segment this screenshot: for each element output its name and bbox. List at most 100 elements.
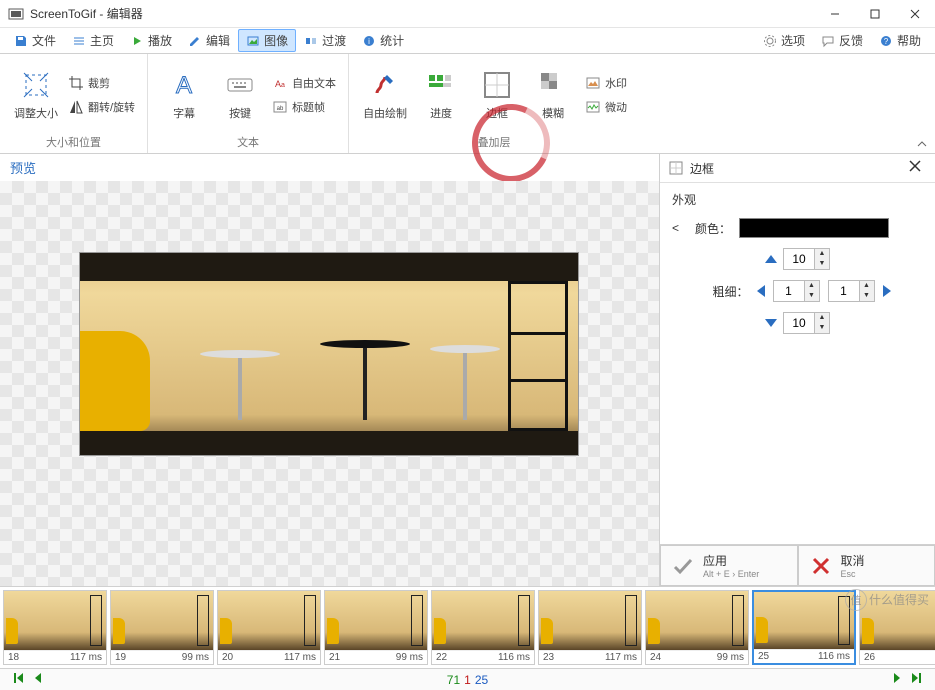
arrow-right-icon[interactable] [883, 285, 891, 297]
spin-down[interactable]: ▼ [815, 323, 829, 333]
thickness-top-input[interactable]: ▲▼ [783, 248, 830, 270]
preview-image [80, 253, 578, 455]
svg-text:?: ? [884, 37, 889, 46]
statusbar: 71 1 25 [0, 668, 935, 690]
thumb-image [646, 591, 748, 650]
thumb-image [325, 591, 427, 650]
group-label-text: 文本 [156, 132, 340, 151]
frame-thumb[interactable]: 25116 ms [752, 590, 856, 665]
arrow-up-icon[interactable] [765, 255, 777, 263]
main-area: 预览 边框 外观 < 颜色： ▲▼ 粗细： [0, 154, 935, 586]
frame-thumb[interactable]: 2499 ms [645, 590, 749, 665]
frame-thumb[interactable]: 18117 ms [3, 590, 107, 665]
freetext-button[interactable]: Aa自由文本 [268, 72, 340, 94]
status-total: 71 [447, 673, 460, 687]
thumb-image [218, 591, 320, 650]
check-icon [671, 554, 695, 578]
panel-header: 边框 [660, 154, 935, 183]
fliprotate-button[interactable]: 翻转/旋转 [64, 96, 139, 118]
info-icon: i [362, 34, 376, 48]
spin-up[interactable]: ▲ [860, 281, 874, 291]
frame-thumb[interactable]: 1999 ms [110, 590, 214, 665]
frame-thumb[interactable]: 2199 ms [324, 590, 428, 665]
border-button[interactable]: 边框 [469, 58, 525, 132]
nav-last-button[interactable] [907, 672, 929, 687]
svg-text:a: a [281, 82, 285, 89]
resize-icon [20, 69, 52, 101]
frame-thumb[interactable]: 22116 ms [431, 590, 535, 665]
color-picker[interactable] [739, 218, 889, 238]
menu-edit[interactable]: 编辑 [180, 29, 238, 52]
panel-close-button[interactable] [907, 158, 927, 178]
thumb-meta: 2499 ms [646, 650, 748, 664]
panel-body: 外观 < 颜色： ▲▼ 粗细： ▲▼ ▲▼ ▲▼ [660, 183, 935, 545]
svg-text:i: i [368, 37, 370, 46]
thumb-meta: 20117 ms [218, 650, 320, 664]
menu-feedback[interactable]: 反馈 [813, 29, 871, 52]
apply-button[interactable]: 应用Alt + E › Enter [660, 545, 798, 586]
menu-file[interactable]: 文件 [6, 29, 64, 52]
arrow-left-icon[interactable] [757, 285, 765, 297]
spin-up[interactable]: ▲ [815, 249, 829, 259]
thickness-left-input[interactable]: ▲▼ [773, 280, 820, 302]
flip-icon [68, 99, 84, 115]
svg-text:ab: ab [277, 106, 284, 112]
nav-first-button[interactable] [6, 672, 28, 687]
gear-icon [763, 34, 777, 48]
thumb-meta: 18117 ms [4, 650, 106, 664]
minimize-button[interactable] [815, 0, 855, 28]
titleframe-button[interactable]: ab标题帧 [268, 96, 340, 118]
keys-button[interactable]: 按键 [212, 58, 268, 132]
frame-thumb[interactable]: 23117 ms [538, 590, 642, 665]
cancel-button[interactable]: 取消Esc [798, 545, 935, 586]
save-icon [14, 34, 28, 48]
menu-image[interactable]: 图像 [238, 29, 296, 52]
menu-play[interactable]: 播放 [122, 29, 180, 52]
menu-stats[interactable]: i统计 [354, 29, 412, 52]
panel-actions: 应用Alt + E › Enter 取消Esc [660, 545, 935, 586]
close-button[interactable] [895, 0, 935, 28]
status-current: 25 [475, 673, 488, 687]
thumb-meta: 23117 ms [539, 650, 641, 664]
freedraw-button[interactable]: 自由绘制 [357, 58, 413, 132]
caption-button[interactable]: A 字幕 [156, 58, 212, 132]
thumb-image [4, 591, 106, 650]
nav-next-button[interactable] [887, 672, 907, 687]
crop-button[interactable]: 裁剪 [64, 72, 139, 94]
spin-up[interactable]: ▲ [815, 313, 829, 323]
brush-icon [369, 69, 401, 101]
preview-canvas[interactable] [0, 181, 659, 586]
menu-home[interactable]: 主页 [64, 29, 122, 52]
frame-thumb[interactable]: 26 [859, 590, 935, 665]
blur-button[interactable]: 模糊 [525, 58, 581, 132]
menu-transition[interactable]: 过渡 [296, 29, 354, 52]
progress-button[interactable]: 进度 [413, 58, 469, 132]
arrow-down-icon[interactable] [765, 319, 777, 327]
timeline[interactable]: 18117 ms 1999 ms 20117 ms 2199 ms 22116 … [0, 586, 935, 668]
spin-down[interactable]: ▼ [815, 259, 829, 269]
cinemagraph-button[interactable]: 微动 [581, 96, 631, 118]
thickness-label: 粗细： [705, 283, 749, 300]
border-icon [481, 69, 513, 101]
thickness-bottom-input[interactable]: ▲▼ [783, 312, 830, 334]
preview-header: 预览 [0, 154, 659, 181]
frame-thumb[interactable]: 20117 ms [217, 590, 321, 665]
spin-down[interactable]: ▼ [805, 291, 819, 301]
ribbon-group-overlay: 自由绘制 进度 边框 模糊 水印 微动 叠加层 [349, 54, 639, 153]
thickness-right-input[interactable]: ▲▼ [828, 280, 875, 302]
spin-up[interactable]: ▲ [805, 281, 819, 291]
ribbon-collapse-button[interactable] [913, 137, 931, 151]
spin-down[interactable]: ▼ [860, 291, 874, 301]
play-icon [130, 34, 144, 48]
thumb-image [111, 591, 213, 650]
resize-button[interactable]: 调整大小 [8, 58, 64, 132]
menu-help[interactable]: ?帮助 [871, 29, 929, 52]
nav-prev-button[interactable] [28, 672, 48, 687]
watermark-button[interactable]: 水印 [581, 72, 631, 94]
group-label-size: 大小和位置 [8, 132, 139, 151]
maximize-button[interactable] [855, 0, 895, 28]
chevron-up-icon [913, 137, 931, 151]
image-icon [246, 34, 260, 48]
menu-options[interactable]: 选项 [755, 29, 813, 52]
thumb-image [539, 591, 641, 650]
